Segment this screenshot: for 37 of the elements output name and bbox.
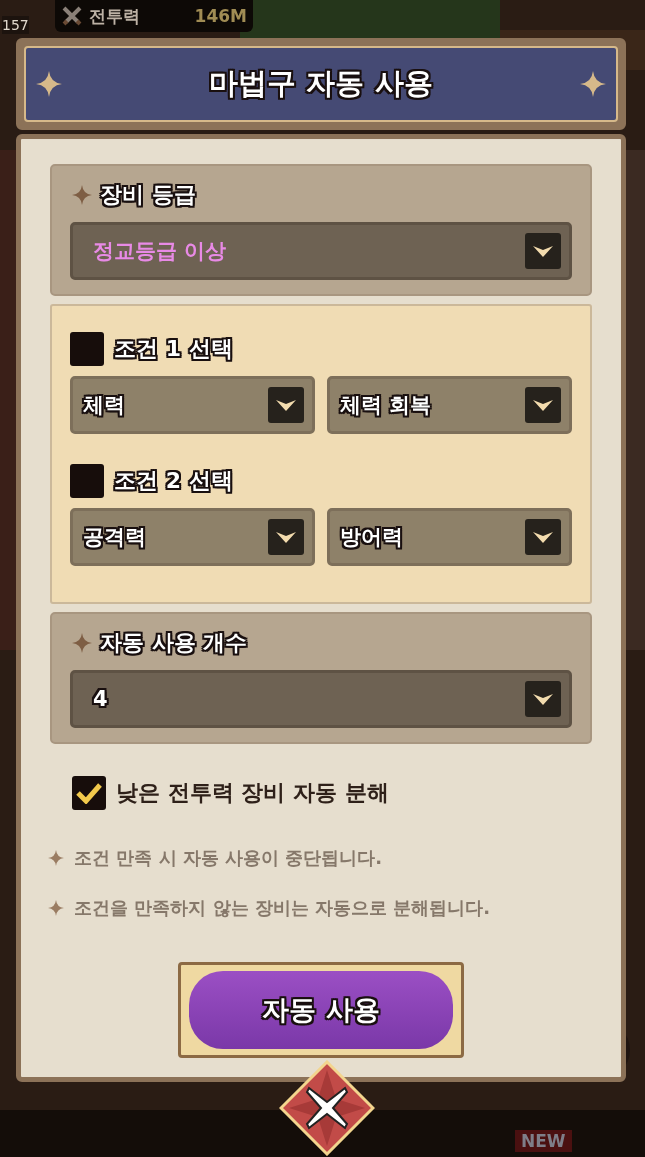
power-value: 146M (194, 6, 247, 26)
caret-icon (268, 519, 304, 555)
caret-icon (268, 387, 304, 423)
checkbox[interactable] (70, 332, 104, 366)
note-text: 조건 만족 시 자동 사용이 중단됩니다. (74, 846, 383, 870)
auto-use-button[interactable]: 자동 사용 (178, 962, 464, 1058)
dropdown[interactable]: 방어력 (327, 508, 572, 566)
dialog-title: 마법구 자동 사용 (209, 65, 433, 102)
sparkle-icon (72, 185, 92, 205)
checkbox[interactable] (72, 776, 106, 810)
sparkle-icon (72, 633, 92, 653)
dropdown[interactable]: 공격력 (70, 508, 315, 566)
level-number: 157 (2, 16, 29, 34)
caret-icon (525, 681, 561, 717)
crossed-swords-icon (61, 5, 83, 27)
caret-icon (525, 519, 561, 555)
checkbox-label: 조건 2 선택 (114, 467, 233, 495)
caret-icon (525, 387, 561, 423)
sparkle-icon (36, 71, 62, 97)
section-label: 장비 등급 (100, 181, 196, 209)
checkbox-label: 조건 1 선택 (114, 335, 233, 363)
dropdown[interactable]: 체력 회복 (327, 376, 572, 434)
sparkle-icon (580, 71, 606, 97)
power-label: 전투력 (89, 4, 140, 28)
caret-icon (525, 233, 561, 269)
dropdown[interactable]: 정교등급 이상 (70, 222, 572, 280)
sparkle-icon (48, 850, 64, 866)
section-label: 자동 사용 개수 (100, 629, 248, 657)
check-icon (76, 782, 102, 804)
close-button[interactable] (279, 1060, 375, 1156)
note-text: 조건을 만족하지 않는 장비는 자동으로 분해됩니다. (74, 896, 491, 920)
checkbox[interactable] (70, 464, 104, 498)
dropdown[interactable]: 체력 (70, 376, 315, 434)
checkbox-label: 낮은 전투력 장비 자동 분해 (116, 779, 389, 807)
new-badge: NEW (515, 1130, 572, 1152)
sparkle-icon (48, 900, 64, 916)
dropdown[interactable]: 4 (70, 670, 572, 728)
